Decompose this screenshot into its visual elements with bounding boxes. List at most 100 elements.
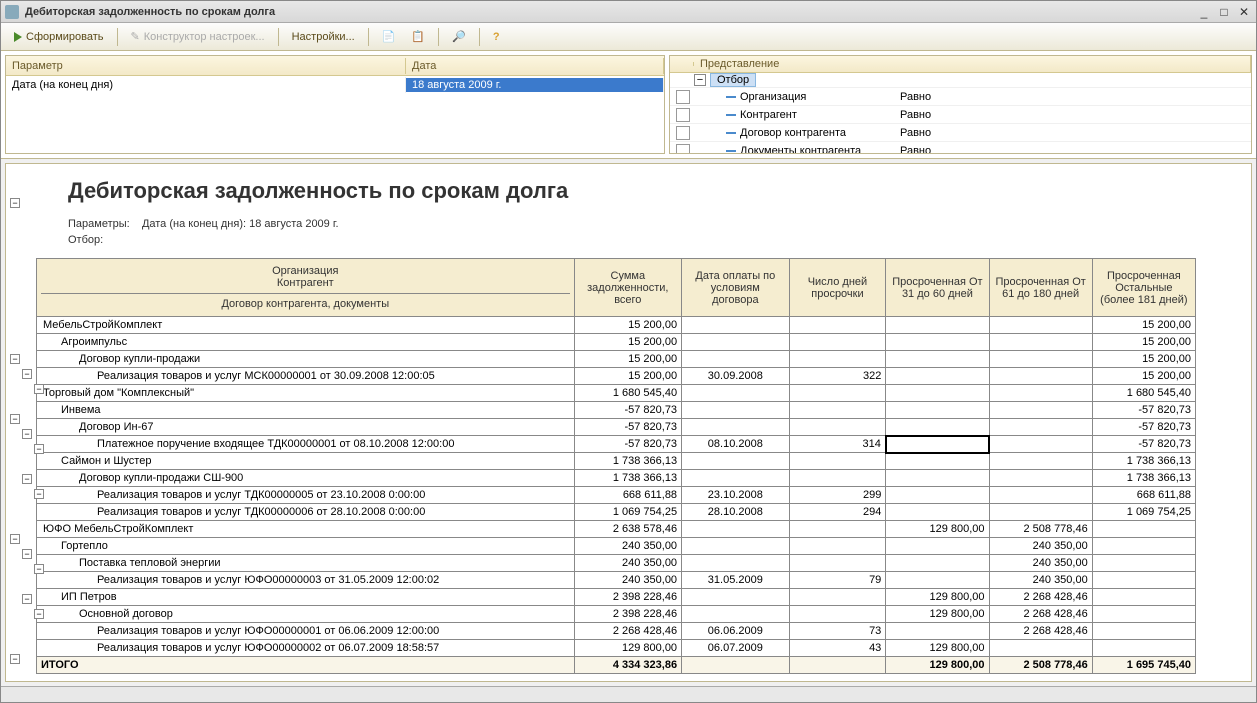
settings-button[interactable]: Настройки... [285,28,362,46]
row-c1[interactable]: 129 800,00 [886,640,989,657]
row-name: Агроимпульс [37,334,575,351]
filter-root[interactable]: Отбор [710,73,756,87]
row-c1[interactable] [886,538,989,555]
row-c1[interactable]: 129 800,00 [886,589,989,606]
table-row[interactable]: МебельСтройКомплект15 200,0015 200,00 [37,317,1196,334]
row-c1[interactable]: 129 800,00 [886,606,989,623]
tool-btn-1[interactable]: 📄 [375,27,403,46]
table-row[interactable]: Инвема-57 820,73-57 820,73 [37,402,1196,419]
table-row[interactable]: Реализация товаров и услуг ЮФО00000003 о… [37,572,1196,589]
table-row[interactable]: Торговый дом "Комплексный"1 680 545,401 … [37,385,1196,402]
row-date [682,334,790,351]
maximize-button[interactable]: □ [1216,4,1232,20]
table-row[interactable]: Договор купли-продажи СШ-9001 738 366,13… [37,470,1196,487]
tree-toggle[interactable]: − [34,609,44,619]
report-title: Дебиторская задолженность по срокам долг… [36,172,1243,216]
tree-toggle[interactable]: − [22,474,32,484]
report-area[interactable]: − Дебиторская задолженность по срокам до… [5,163,1252,682]
row-sum: 2 268 428,46 [574,623,682,640]
params-area: Параметр Дата Дата (на конец дня) 18 авг… [1,51,1256,159]
tree-toggle[interactable]: − [22,369,32,379]
row-c3: 1 680 545,40 [1092,385,1195,402]
scrollbar-h[interactable] [1,686,1256,702]
filter-item-row[interactable]: Договор контрагентаРавно [670,124,1251,142]
row-c1[interactable] [886,572,989,589]
row-c2 [989,453,1092,470]
row-c1[interactable] [886,470,989,487]
row-c1[interactable]: 129 800,00 [886,521,989,538]
tree-toggle[interactable]: − [34,564,44,574]
row-c1[interactable] [886,487,989,504]
table-row[interactable]: Договор Ин-67-57 820,73-57 820,73 [37,419,1196,436]
table-row[interactable]: Договор купли-продажи15 200,0015 200,00 [37,351,1196,368]
minimize-button[interactable]: _ [1196,4,1212,20]
row-c2 [989,640,1092,657]
tree-toggle[interactable]: − [34,444,44,454]
row-sum: 15 200,00 [574,351,682,368]
generate-button[interactable]: Сформировать [7,28,111,46]
tool-icon: 📋 [411,30,425,43]
row-c1[interactable] [886,623,989,640]
collapse-node[interactable]: − [10,198,20,208]
filter-item-row[interactable]: Документы контрагентаРавно [670,142,1251,154]
row-c3 [1092,521,1195,538]
table-row[interactable]: Реализация товаров и услуг ТДК00000005 о… [37,487,1196,504]
tool-btn-3[interactable]: 🔎 [445,27,473,46]
close-button[interactable]: ✕ [1236,4,1252,20]
table-row[interactable]: Саймон и Шустер1 738 366,131 738 366,13 [37,453,1196,470]
table-row[interactable]: Агроимпульс15 200,0015 200,00 [37,334,1196,351]
tree-toggle[interactable]: − [22,549,32,559]
tree-toggle[interactable]: − [10,414,20,424]
constructor-button[interactable]: ✎ Конструктор настроек... [124,27,272,46]
row-c1[interactable] [886,436,989,453]
row-c1[interactable] [886,385,989,402]
filter-checkbox[interactable] [676,126,690,140]
help-button[interactable]: ? [486,28,507,46]
table-row[interactable]: Реализация товаров и услуг МСК00000001 о… [37,368,1196,385]
param-date-value[interactable]: 18 августа 2009 г. [406,78,664,92]
row-c1[interactable] [886,419,989,436]
table-row[interactable]: ЮФО МебельСтройКомплект2 638 578,46129 8… [37,521,1196,538]
param-row[interactable]: Дата (на конец дня) 18 августа 2009 г. [6,76,664,94]
filter-checkbox[interactable] [676,108,690,122]
tree-toggle[interactable]: − [22,594,32,604]
table-row[interactable]: ИП Петров2 398 228,46129 800,002 268 428… [37,589,1196,606]
table-row[interactable]: Реализация товаров и услуг ЮФО00000002 о… [37,640,1196,657]
table-row[interactable]: Реализация товаров и услуг ТДК00000006 о… [37,504,1196,521]
table-row[interactable]: Платежное поручение входящее ТДК00000001… [37,436,1196,453]
filter-item-row[interactable]: ОрганизацияРавно [670,88,1251,106]
tree-toggle[interactable]: − [22,429,32,439]
row-c1[interactable] [886,317,989,334]
row-name: ИП Петров [37,589,575,606]
filter-checkbox[interactable] [676,90,690,104]
row-c1[interactable] [886,555,989,572]
row-c3 [1092,538,1195,555]
table-row[interactable]: Гортепло240 350,00240 350,00 [37,538,1196,555]
row-days: 294 [789,504,886,521]
row-c1[interactable] [886,402,989,419]
filter-item-row[interactable]: КонтрагентРавно [670,106,1251,124]
collapse-icon[interactable]: − [694,74,706,86]
row-c1[interactable] [886,504,989,521]
table-row[interactable]: Основной договор2 398 228,46129 800,002 … [37,606,1196,623]
app-icon [5,5,19,19]
constructor-label: Конструктор настроек... [144,31,265,43]
tree-toggle[interactable]: − [10,534,20,544]
tree-toggle[interactable]: − [34,384,44,394]
generate-label: Сформировать [26,31,104,43]
row-sum: 15 200,00 [574,368,682,385]
row-c1[interactable] [886,453,989,470]
report-table: Организация Контрагент Договор контраген… [36,258,1196,674]
filter-root-row[interactable]: − Отбор [670,73,1251,88]
table-row[interactable]: Поставка тепловой энергии240 350,00240 3… [37,555,1196,572]
table-row[interactable]: Реализация товаров и услуг ЮФО00000001 о… [37,623,1196,640]
row-c1[interactable] [886,368,989,385]
tree-toggle[interactable]: − [34,489,44,499]
row-c1[interactable] [886,351,989,368]
tree-toggle[interactable]: − [10,354,20,364]
tree-toggle[interactable]: − [10,654,20,664]
tool-btn-2[interactable]: 📋 [404,27,432,46]
row-c1[interactable] [886,334,989,351]
row-days [789,521,886,538]
filter-checkbox[interactable] [676,144,690,155]
